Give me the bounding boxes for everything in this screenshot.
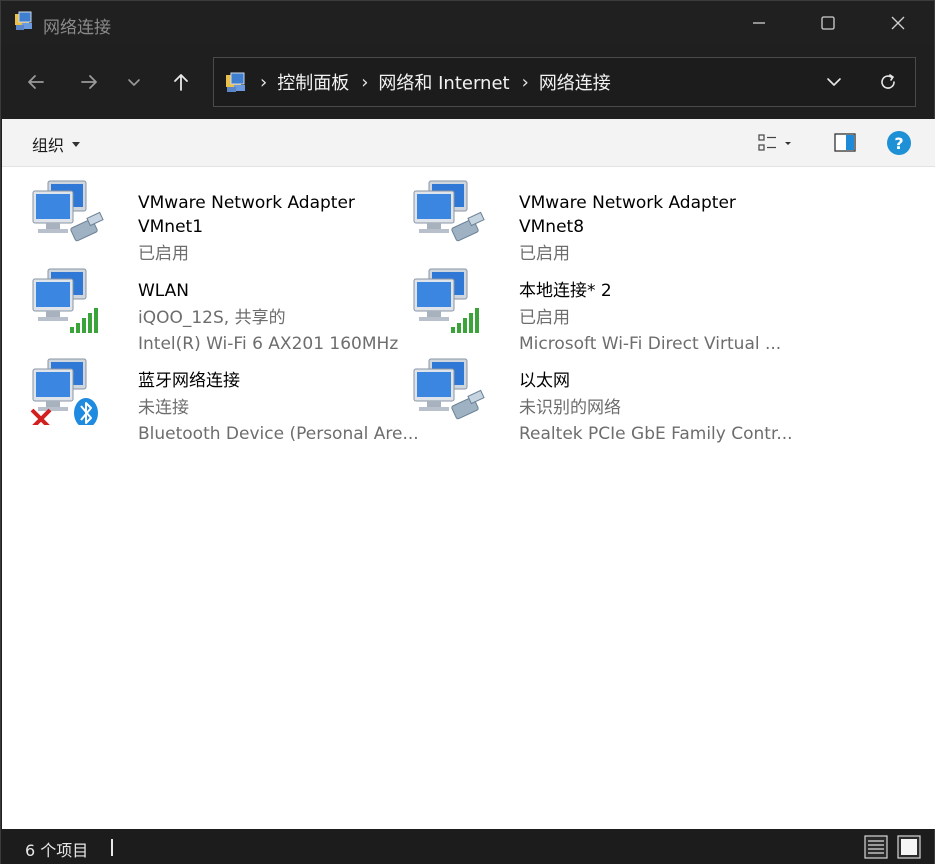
connection-status: 未识别的网络 [519,398,621,418]
network-adapter-icon [413,180,485,242]
close-button[interactable] [875,1,921,45]
maximize-button[interactable] [805,1,851,45]
minimize-icon [753,22,765,24]
svg-text:?: ? [894,134,903,153]
connection-item-wlan[interactable]: WLAN iQOO_12S, 共享的 Intel(R) Wi-Fi 6 AX20… [30,267,400,354]
arrow-right-icon [81,75,97,89]
breadcrumb-separator: › [521,71,529,93]
breadcrumb-network-internet[interactable]: 网络和 Internet [378,69,509,95]
connection-name: VMware Network Adapter [519,193,736,213]
connection-device: Bluetooth Device (Personal Are... [138,424,419,444]
window-title: 网络连接 [43,18,111,38]
recent-locations-button[interactable] [119,67,149,97]
status-bar: 6 个项目 [1,829,934,864]
ethernet-cable-icon [70,211,104,242]
arrow-up-icon [174,74,188,91]
help-button[interactable]: ? [886,129,912,157]
ethernet-cable-icon [451,389,485,420]
wifi-signal-icon [70,308,98,333]
back-button[interactable] [21,67,51,97]
organize-label: 组织 [32,136,65,155]
item-count: 6 个项目 [25,841,89,860]
chevron-down-icon [128,79,140,86]
address-bar-actions [807,58,915,106]
address-history-button[interactable] [807,58,861,106]
breadcrumb-network-connections[interactable]: 网络连接 [539,69,611,95]
connection-item-bluetooth[interactable]: 蓝牙网络连接 未连接 Bluetooth Device (Personal Ar… [30,357,419,444]
organize-menu-button[interactable]: 组织 [32,132,81,156]
network-adapter-icon [32,180,104,242]
up-button[interactable] [166,67,196,97]
explorer-window: 网络连接 › 控制面板 › 网络和 Internet › 网络连接 组织 ? V… [0,0,935,864]
connection-name: 本地连接* 2 [519,281,612,301]
connection-name: 蓝牙网络连接 [138,371,240,391]
network-adapter-icon [413,268,479,333]
close-icon [891,16,905,30]
network-folder-icon [15,11,32,30]
disconnected-x-icon [30,408,52,425]
connection-device: Intel(R) Wi-Fi 6 AX201 160MHz [138,334,399,354]
refresh-icon [881,74,895,89]
connection-status: 已启用 [519,308,570,328]
address-bar[interactable]: › 控制面板 › 网络和 Internet › 网络连接 [213,57,916,107]
command-toolbar: 组织 ? [2,119,935,167]
connection-status: 已启用 [138,244,189,264]
connection-item-local-2[interactable]: 本地连接* 2 已启用 Microsoft Wi-Fi Direct Virtu… [411,267,782,354]
minimize-button[interactable] [736,1,782,45]
large-icons-view-button[interactable] [896,834,922,860]
network-adapter-icon [413,358,485,420]
connection-name: 以太网 [519,371,570,391]
connection-item-vmnet8[interactable]: VMware Network Adapter VMnet8 已启用 [411,179,781,265]
connection-status: iQOO_12S, 共享的 [138,308,286,328]
connections-list: VMware Network Adapter VMnet1 已启用 VMware… [2,167,935,829]
bluetooth-icon [74,398,98,425]
caret-down-icon [785,142,791,145]
help-icon: ? [887,131,911,155]
navigation-bar: › 控制面板 › 网络和 Internet › 网络连接 [1,45,934,119]
network-adapter-icon [32,268,98,333]
title-bar: 网络连接 [1,1,934,45]
maximize-icon [821,16,835,30]
connection-name: VMnet1 [138,217,204,237]
network-adapter-icon [30,358,98,425]
breadcrumb-separator: › [260,71,268,93]
view-list-icon [758,134,776,151]
connection-device: Realtek PCIe GbE Family Contr... [519,424,793,444]
breadcrumb-separator: › [361,71,369,93]
ethernet-cable-icon [451,211,485,242]
refresh-button[interactable] [861,58,915,106]
preview-pane-button[interactable] [833,129,857,157]
connection-status: 未连接 [138,398,189,418]
arrow-left-icon [28,75,44,89]
connection-name: WLAN [138,281,190,301]
connection-device: Microsoft Wi-Fi Direct Virtual ... [519,334,782,354]
text-cursor [111,839,113,856]
wifi-signal-icon [451,308,479,333]
caret-down-icon [72,141,81,147]
connection-name: VMware Network Adapter [138,193,355,213]
forward-button[interactable] [74,67,104,97]
view-options-button[interactable] [757,129,797,157]
network-folder-icon [226,72,245,92]
connection-status: 已启用 [519,244,570,264]
connection-name: VMnet8 [519,217,585,237]
details-view-button[interactable] [863,834,889,860]
connection-item-vmnet1[interactable]: VMware Network Adapter VMnet1 已启用 [30,179,400,265]
chevron-down-icon [827,78,841,86]
preview-pane-icon [834,133,856,152]
connection-item-ethernet[interactable]: 以太网 未识别的网络 Realtek PCIe GbE Family Contr… [411,357,793,444]
breadcrumb-control-panel[interactable]: 控制面板 [277,69,349,95]
